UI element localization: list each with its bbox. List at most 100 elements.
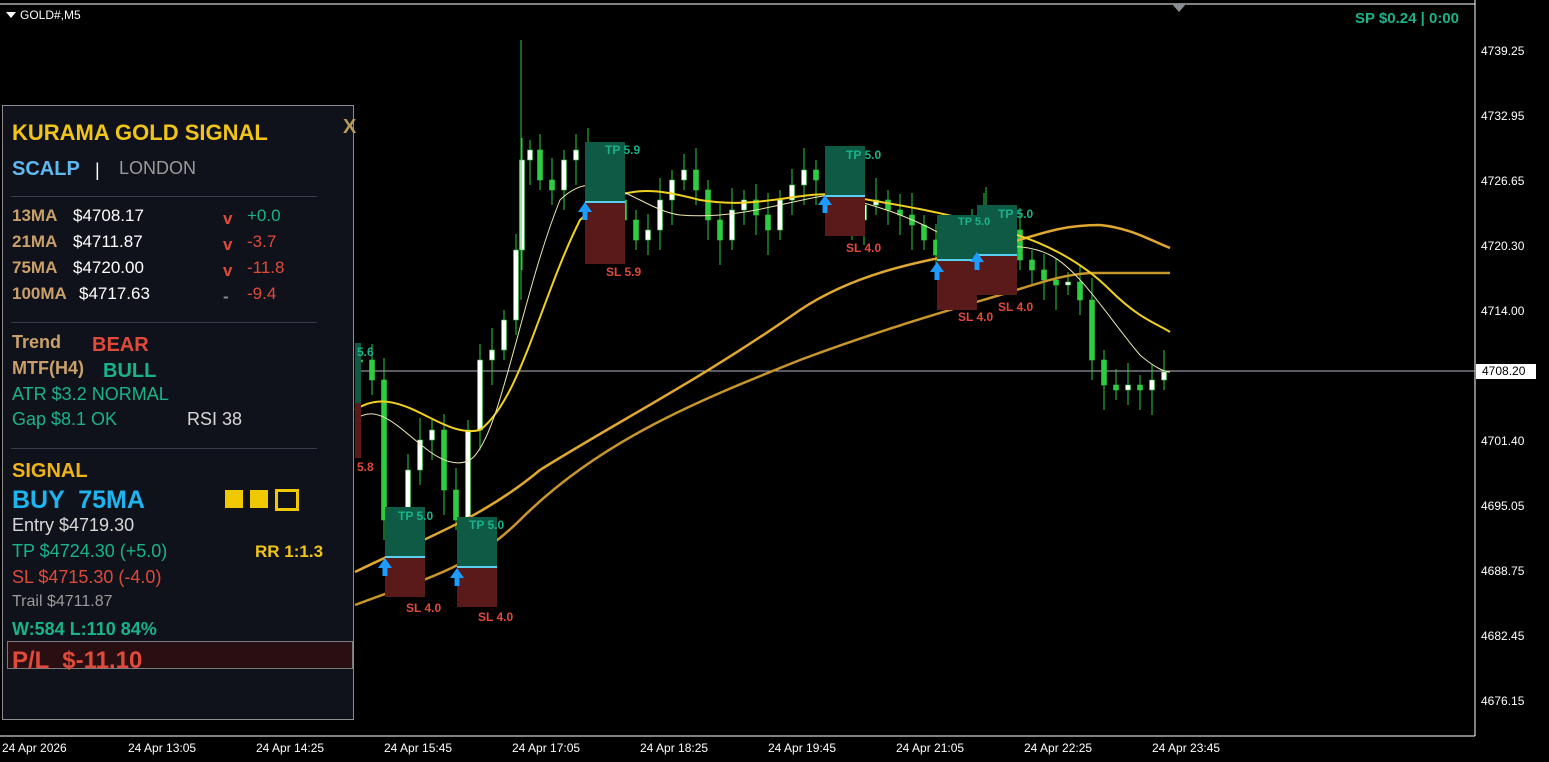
candle-body	[1125, 384, 1131, 391]
y-tick: 4714.00	[1481, 304, 1525, 318]
atr-label: ATR $3.2 NORMAL	[12, 384, 169, 404]
x-tick: 24 Apr 22:25	[1024, 741, 1093, 755]
candle-body	[561, 159, 567, 191]
candle-body	[1137, 384, 1143, 391]
candle-body	[1065, 281, 1071, 286]
ma-name: 21MA	[12, 232, 58, 251]
ma-name: 75MA	[12, 258, 58, 277]
ma-direction: -	[223, 287, 229, 306]
candle-body	[513, 249, 519, 321]
gap-label: Gap $8.1 OK	[12, 409, 118, 429]
ma-direction: v	[223, 235, 233, 254]
trail-label: Trail $4711.87	[12, 593, 113, 610]
sl-label: SL 4.0	[478, 610, 514, 624]
candle-body	[429, 429, 435, 441]
entry-label: Entry $4719.30	[12, 515, 135, 535]
rr-label: RR 1:1.3	[255, 542, 324, 561]
y-tick: 4701.40	[1481, 434, 1525, 448]
candle-body	[519, 159, 525, 251]
chevron-down-icon[interactable]	[6, 12, 16, 18]
candle-body	[1053, 279, 1059, 286]
sl-label: SL 4.0	[998, 300, 1034, 314]
stats-label: W:584 L:110 84%	[12, 619, 157, 639]
ma-value: $4708.17	[73, 206, 144, 225]
y-tick: 4695.05	[1481, 499, 1525, 513]
sl-label: SL $4715.30 (-4.0)	[12, 567, 162, 587]
sl-zone	[825, 196, 865, 236]
x-tick: 24 Apr 21:05	[896, 741, 965, 755]
tp-label: TP 5.0	[469, 518, 505, 532]
ma-value: $4720.00	[73, 258, 144, 277]
sl-label: SL 4.0	[846, 241, 882, 255]
ma-delta: +0.0	[247, 206, 281, 225]
candle-body	[573, 149, 579, 161]
ma-delta: -9.4	[247, 284, 277, 303]
mtf-value: BULL	[103, 360, 157, 382]
signal-label: SIGNAL	[12, 460, 88, 482]
panel-title: KURAMA GOLD SIGNAL	[12, 120, 268, 145]
separator	[11, 196, 317, 197]
mtf-label: MTF(H4)	[12, 358, 84, 378]
sl-zone	[937, 260, 977, 310]
ma-delta: -3.7	[247, 232, 277, 251]
sl-label: SL 4.0	[406, 601, 442, 615]
candle-body	[527, 149, 533, 161]
candle-body	[633, 219, 639, 241]
candle-body	[537, 149, 543, 181]
separator	[11, 448, 317, 449]
candle-body	[693, 169, 699, 191]
candle-body	[501, 319, 507, 351]
candle-body	[729, 209, 735, 241]
ma-direction: v	[223, 261, 233, 280]
y-tick: 4739.25	[1481, 44, 1525, 58]
candle-body	[489, 349, 495, 361]
x-tick: 24 Apr 14:25	[256, 741, 325, 755]
x-tick: 24 Apr 2026	[2, 741, 67, 755]
ma-name: 13MA	[12, 206, 58, 225]
sl-zone	[355, 403, 361, 458]
close-button[interactable]: X	[343, 116, 356, 139]
tp-label: TP 5.9	[605, 143, 641, 157]
sl-zone	[385, 557, 425, 597]
candle-body	[921, 224, 927, 241]
sl-zone	[457, 567, 497, 607]
candle-body	[1113, 384, 1119, 391]
tp-label-partial: 5.6	[357, 345, 374, 359]
candle-body	[1077, 281, 1083, 301]
candle-body	[1161, 371, 1167, 381]
candle-body	[765, 214, 771, 231]
sl-label: SL 4.0	[958, 310, 994, 324]
y-tick: 4726.65	[1481, 174, 1525, 188]
candle-body	[549, 179, 555, 191]
pl-label: P/L $-11.10	[12, 647, 143, 674]
candle-body	[669, 179, 675, 201]
candle-body	[681, 169, 687, 181]
symbol-label[interactable]: GOLD#,M5	[6, 8, 81, 22]
tp-label: TP 5.0	[998, 207, 1034, 221]
x-tick: 24 Apr 23:45	[1152, 741, 1221, 755]
x-tick: 24 Apr 17:05	[512, 741, 581, 755]
signal-panel: KURAMA GOLD SIGNAL X SCALP | LONDON 13MA…	[2, 105, 356, 720]
mode-label: SCALP	[12, 158, 80, 180]
candle-body	[477, 359, 483, 431]
tp-label: TP 5.0	[958, 216, 991, 228]
candle-body	[885, 199, 891, 211]
x-tick: 24 Apr 13:05	[128, 741, 197, 755]
candle-body	[1041, 269, 1047, 281]
ma-direction: v	[223, 209, 233, 228]
ma-value: $4711.87	[73, 232, 143, 251]
rsi-label: RSI 38	[187, 409, 243, 429]
candle-body	[1149, 379, 1155, 391]
candle-body	[369, 359, 375, 381]
session-label: LONDON	[119, 158, 197, 178]
y-tick: 4682.45	[1481, 629, 1525, 643]
spread-status: SP $0.24 | 0:00	[1355, 10, 1459, 27]
strength-square-empty	[275, 489, 299, 511]
candle-body	[453, 489, 459, 521]
current-price-tag: 4708.20	[1476, 364, 1536, 379]
y-tick: 4688.75	[1481, 564, 1525, 578]
candle-body	[801, 169, 807, 186]
shift-marker-icon[interactable]	[1172, 4, 1186, 12]
signal-value: BUY 75MA	[12, 486, 145, 514]
candle-body	[1101, 359, 1107, 386]
